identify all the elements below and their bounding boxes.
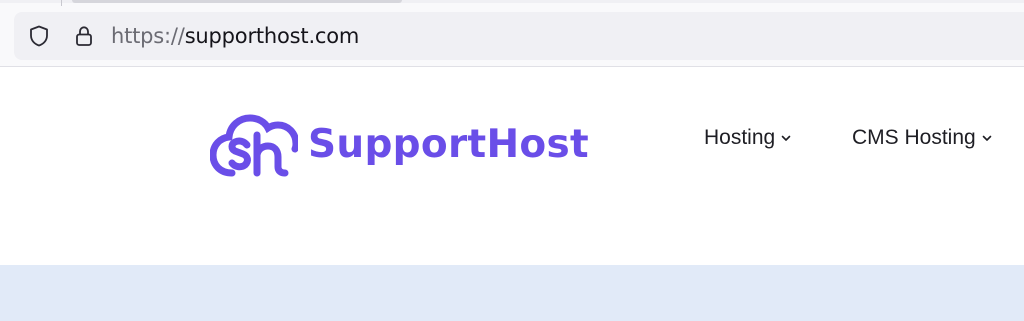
- browser-toolbar: https://supporthost.com: [0, 0, 1024, 67]
- nav-item-label: Hosting: [704, 126, 776, 149]
- site-header: SupportHost Hosting CMS Hosting: [0, 67, 1024, 265]
- site-logo[interactable]: SupportHost: [210, 111, 590, 181]
- url-host: supporthost.com: [184, 24, 360, 48]
- nav-item-cms-hosting[interactable]: CMS Hosting: [852, 124, 992, 152]
- hero-section: [0, 265, 1024, 321]
- url-text[interactable]: https://supporthost.com: [111, 23, 359, 49]
- chevron-down-icon: [781, 136, 791, 142]
- active-tab-edge[interactable]: [72, 0, 402, 3]
- nav-item-label: CMS Hosting: [852, 126, 976, 149]
- url-scheme: https://: [111, 24, 185, 48]
- logo-cloud-icon: [210, 114, 298, 177]
- shield-icon[interactable]: [27, 24, 51, 48]
- tab-separator: [61, 0, 62, 6]
- chevron-down-icon: [982, 136, 992, 142]
- lock-icon[interactable]: [72, 24, 96, 48]
- logo-text: SupportHost: [308, 122, 589, 167]
- nav-item-hosting[interactable]: Hosting: [704, 124, 791, 152]
